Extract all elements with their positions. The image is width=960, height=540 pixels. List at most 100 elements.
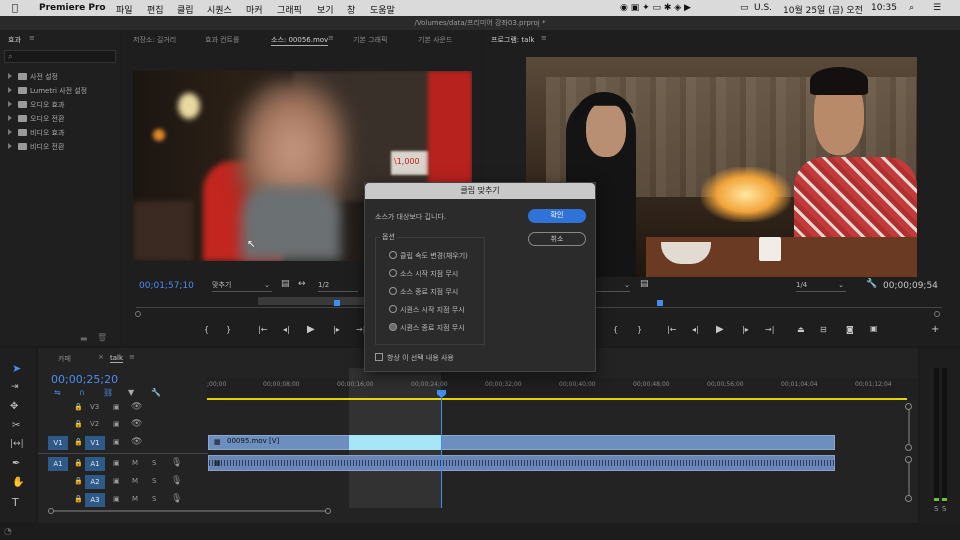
timeline-hscrollbar[interactable] [48, 510, 330, 512]
option-change-speed[interactable]: 클립 속도 변경(채우기) [389, 251, 468, 261]
status-icons[interactable]: ◉ ▣ ✦ ▭ ✱ ◈ ▶ [620, 3, 691, 13]
mark-out-icon[interactable]: } [226, 325, 231, 334]
slip-tool-icon[interactable]: |↔| [10, 439, 24, 449]
panel-menu-icon[interactable]: ≡ [29, 34, 35, 42]
sync-lock-icon[interactable]: ▣ [113, 477, 120, 485]
solo-icon[interactable]: S [152, 495, 156, 503]
notification-center-icon[interactable]: ☰ [933, 3, 941, 13]
program-resolution-select[interactable]: 1/4 ⌄ [796, 279, 846, 292]
menu-clip[interactable]: 클립 [177, 3, 194, 16]
ripple-edit-tool-icon[interactable]: ✥ [10, 401, 18, 412]
always-use-checkbox[interactable]: 항상 이 선택 내용 사용 [375, 353, 454, 363]
tree-item-video-transitions[interactable]: 비디오 전환 [8, 142, 64, 152]
play-icon[interactable]: ▶ [716, 324, 724, 335]
option-ignore-source-in[interactable]: 소스 시작 지점 무시 [389, 269, 458, 279]
menu-marker[interactable]: 마커 [246, 3, 263, 16]
menu-file[interactable]: 파일 [116, 3, 133, 16]
tree-item-audio-transitions[interactable]: 오디오 전환 [8, 114, 64, 124]
trash-icon[interactable]: 🗑 [97, 333, 107, 342]
ok-button[interactable]: 확인 [528, 209, 586, 223]
tree-item-audio-effects[interactable]: 오디오 효과 [8, 100, 64, 110]
comparison-view-icon[interactable]: ▣ [870, 324, 878, 333]
program-zoom-select[interactable]: ⌄ [594, 279, 630, 292]
spotlight-icon[interactable]: ⌕ [909, 3, 914, 13]
program-timecode[interactable]: 00;00;09;54 [883, 281, 938, 291]
lock-icon[interactable]: 🔒 [74, 403, 83, 411]
tree-item-lumetri-presets[interactable]: Lumetri 사전 설정 [8, 86, 87, 96]
zoom-handle-right[interactable] [934, 311, 940, 317]
lock-icon[interactable]: 🔒 [74, 438, 83, 446]
option-ignore-sequence-out[interactable]: 시퀀스 종료 지점 무시 [389, 323, 465, 333]
menu-sequence[interactable]: 시퀀스 [207, 3, 232, 16]
audio-clip-a1[interactable]: ▦ [208, 455, 835, 471]
linked-selection-icon[interactable]: ⛓ [103, 388, 113, 397]
panel-menu-icon[interactable]: ≡ [541, 34, 547, 42]
sync-lock-icon[interactable]: ▣ [113, 495, 120, 503]
tab-effects[interactable]: 효과 [8, 35, 21, 45]
settings-icon[interactable]: ▤ [281, 279, 290, 289]
sync-lock-icon[interactable]: ▣ [113, 403, 120, 411]
eye-icon[interactable]: 👁 [131, 419, 142, 429]
vscroll-handle[interactable] [905, 456, 912, 463]
menu-graphics[interactable]: 그래픽 [277, 3, 302, 16]
drag-video-icon[interactable]: ↔ [298, 279, 306, 289]
source-zoom-select[interactable]: 맞추기 ⌄ [212, 279, 272, 292]
tab-bin-street[interactable]: 저장소: 길거리 [133, 35, 176, 45]
flag-icon[interactable]: ▭ [740, 3, 749, 13]
mic-icon[interactable]: 🎙 [171, 494, 182, 504]
export-frame-icon[interactable]: ◙ [846, 325, 854, 334]
mute-icon[interactable]: M [132, 495, 138, 503]
lock-icon[interactable]: 🔒 [74, 477, 83, 485]
lock-icon[interactable]: 🔒 [74, 459, 83, 467]
scroll-handle-right[interactable] [325, 508, 331, 514]
panel-menu-icon[interactable]: ≡ [129, 353, 135, 361]
mic-icon[interactable]: 🎙 [171, 476, 182, 486]
tab-essential-sound[interactable]: 기본 사운드 [418, 35, 452, 45]
source-patch-v1[interactable]: V1 [48, 436, 68, 450]
source-scrubber[interactable] [136, 307, 364, 308]
tab-effect-controls[interactable]: 효과 컨트롤 [205, 35, 239, 45]
add-marker-icon[interactable]: ▼ [128, 388, 134, 397]
step-forward-icon[interactable]: |▸ [742, 325, 749, 334]
scroll-handle-left[interactable] [48, 508, 54, 514]
program-playhead[interactable] [657, 300, 663, 306]
timeline-timecode[interactable]: 00;00;25;20 [51, 373, 118, 386]
tab-timeline-talk[interactable]: talk [110, 354, 124, 363]
zoom-handle-left[interactable] [135, 311, 141, 317]
step-forward-icon[interactable]: |▸ [333, 325, 340, 334]
menubar-time[interactable]: 10:35 [871, 3, 897, 13]
vscroll-handle[interactable] [905, 403, 912, 410]
wrench-icon[interactable]: 🔧 [866, 279, 877, 289]
timeline-settings-icon[interactable]: 🔧 [151, 388, 161, 397]
new-bin-icon[interactable]: ▬ [80, 334, 88, 343]
add-button-icon[interactable]: + [931, 324, 939, 335]
solo-right-button[interactable]: S [942, 505, 946, 513]
go-to-out-icon[interactable]: →| [765, 325, 774, 334]
hand-tool-icon[interactable]: ✋ [12, 477, 24, 488]
play-icon[interactable]: ▶ [307, 324, 315, 335]
pen-tool-icon[interactable]: ✒ [12, 458, 20, 469]
track-select-tool-icon[interactable]: ⇥ [11, 382, 19, 392]
track-name-a1[interactable]: A1 [85, 457, 105, 471]
sync-lock-icon[interactable]: ▣ [113, 420, 120, 428]
cancel-button[interactable]: 취소 [528, 232, 586, 246]
track-name-a3[interactable]: A3 [85, 493, 105, 507]
option-ignore-sequence-in[interactable]: 시퀀스 시작 지점 무시 [389, 305, 465, 315]
tree-item-video-effects[interactable]: 비디오 효과 [8, 128, 64, 138]
mic-icon[interactable]: 🎙 [171, 458, 182, 468]
menu-edit[interactable]: 편집 [147, 3, 164, 16]
sync-lock-icon[interactable]: ▣ [113, 438, 120, 446]
track-name-v1[interactable]: V1 [85, 436, 105, 450]
lock-icon[interactable]: 🔒 [74, 495, 83, 503]
tab-program[interactable]: 프로그램: talk [491, 35, 534, 45]
program-scrubber[interactable] [596, 307, 942, 308]
mute-icon[interactable]: M [132, 459, 138, 467]
type-tool-icon[interactable]: T [12, 496, 19, 509]
mark-in-icon[interactable]: { [204, 325, 209, 334]
effects-search-input[interactable]: ⌕ [4, 50, 116, 63]
input-source[interactable]: U.S. [754, 3, 772, 13]
timeline-playhead-line[interactable] [441, 390, 442, 508]
selection-tool-icon[interactable]: ➤ [12, 362, 21, 375]
go-to-in-icon[interactable]: |← [258, 325, 267, 334]
menu-help[interactable]: 도움말 [370, 3, 395, 16]
